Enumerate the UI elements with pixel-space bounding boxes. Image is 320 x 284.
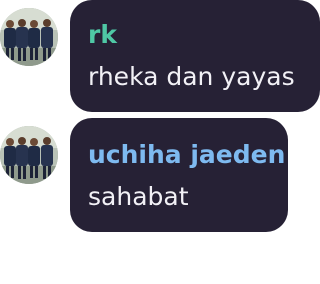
sender-name[interactable]: rk: [88, 22, 117, 47]
group-photo-avatar-icon: [0, 126, 58, 184]
message-bubble[interactable]: rk rheka dan yayas: [70, 0, 320, 112]
message-text: rheka dan yayas: [88, 62, 295, 91]
group-photo-avatar-icon: [0, 8, 58, 66]
sender-name[interactable]: uchiha jaeden: [88, 142, 285, 167]
avatar[interactable]: [0, 8, 58, 66]
chat-message: rk rheka dan yayas: [0, 0, 320, 112]
chat-message-list: rk rheka dan yayas uchiha jaeden sahabat: [0, 0, 320, 284]
message-bubble[interactable]: uchiha jaeden sahabat: [70, 118, 288, 232]
message-text: sahabat: [88, 182, 189, 211]
avatar[interactable]: [0, 126, 58, 184]
chat-message: uchiha jaeden sahabat: [0, 118, 320, 232]
